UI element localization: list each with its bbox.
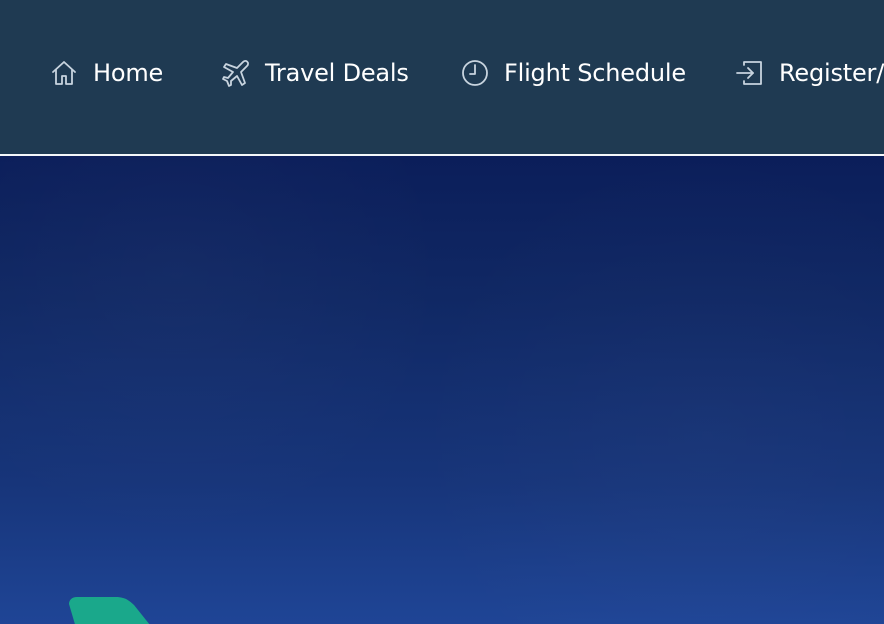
clock-icon	[458, 56, 492, 90]
top-navigation-bar: Home Travel Deals Flight Schedule Regist…	[0, 0, 884, 156]
page: Home Travel Deals Flight Schedule Regist…	[0, 0, 884, 624]
plane-icon	[219, 56, 253, 90]
home-icon	[47, 56, 81, 90]
nav-flight-schedule-label: Flight Schedule	[504, 59, 686, 87]
airplane-tail-fin	[69, 597, 150, 624]
nav-home-label: Home	[93, 59, 164, 87]
sky-background	[0, 156, 884, 624]
nav-register-login-label: Register/L	[779, 59, 884, 87]
login-icon	[733, 56, 767, 90]
nav-flight-schedule-link[interactable]: Flight Schedule	[458, 53, 686, 93]
nav-travel-deals-link[interactable]: Travel Deals	[219, 53, 409, 93]
nav-home-link[interactable]: Home	[47, 53, 163, 93]
nav-register-login-link[interactable]: Register/L	[733, 53, 884, 93]
nav-travel-deals-label: Travel Deals	[265, 59, 409, 87]
hero-banner-image	[0, 156, 884, 624]
